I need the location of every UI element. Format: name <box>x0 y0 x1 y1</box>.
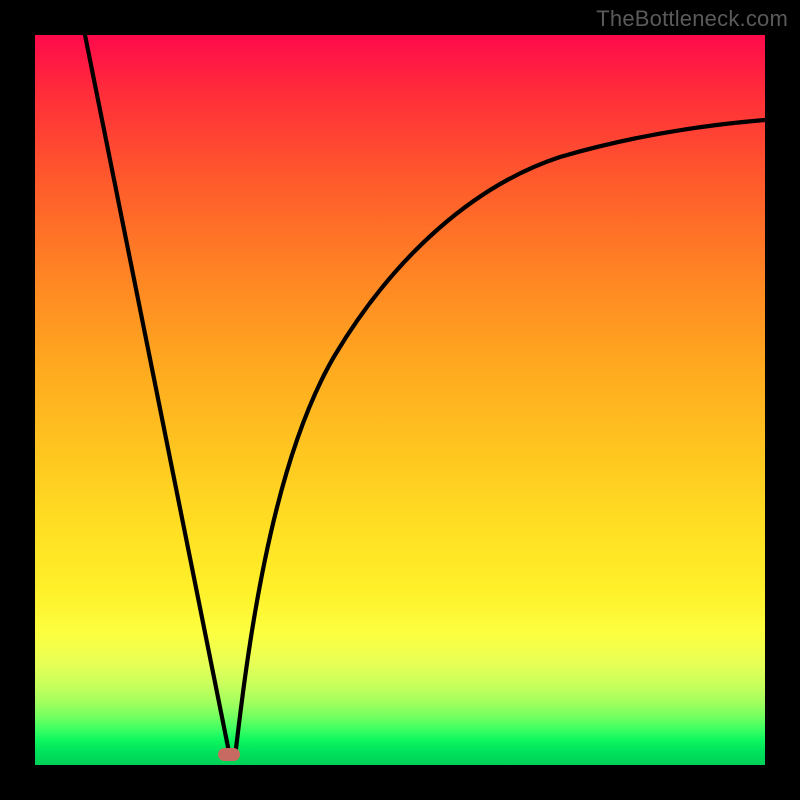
bottleneck-curve <box>35 35 765 765</box>
curve-path <box>85 35 765 757</box>
watermark-text: TheBottleneck.com <box>596 6 788 32</box>
optimal-point-marker <box>218 748 240 761</box>
plot-area <box>35 35 765 765</box>
